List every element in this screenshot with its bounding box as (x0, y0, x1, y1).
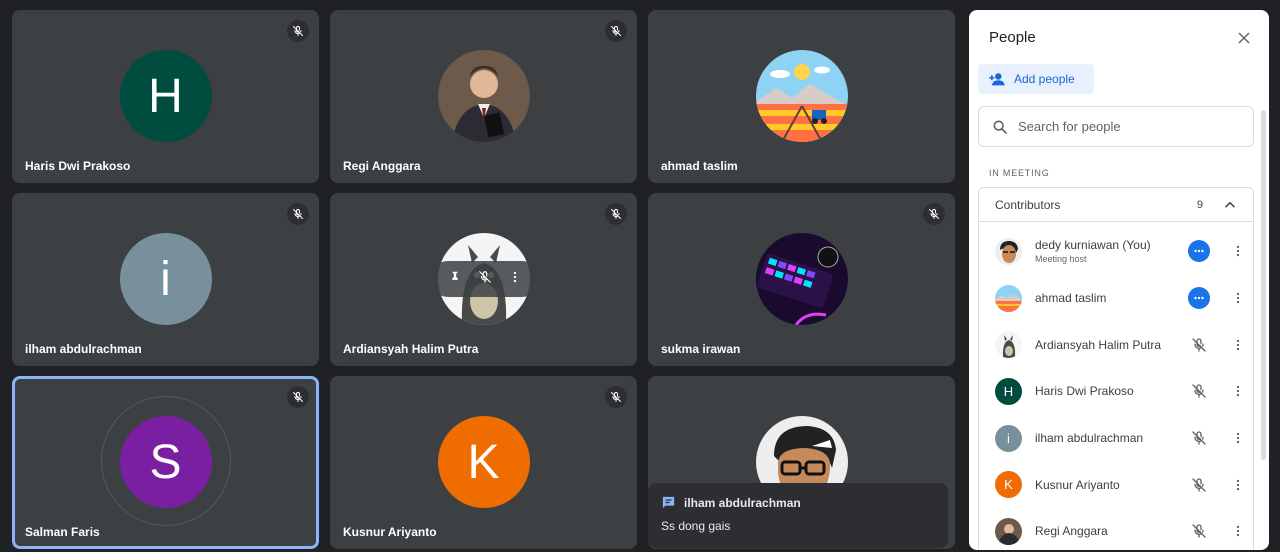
more-options-icon[interactable] (508, 270, 522, 289)
kebab-menu-icon[interactable] (1228, 334, 1248, 356)
avatar: S (119, 416, 212, 508)
chat-sender: ilham abdulrachman (684, 495, 801, 510)
group-count: 9 (1196, 198, 1203, 211)
participant-name: Regi Anggara (343, 159, 421, 173)
avatar-initial: H (1003, 383, 1014, 399)
mic-off-icon[interactable] (1188, 520, 1210, 542)
avatar-photo (437, 50, 530, 142)
list-item[interactable]: K Kusnur Ariyanto (979, 461, 1253, 508)
mic-off-icon[interactable] (1188, 474, 1210, 496)
list-item[interactable]: ahmad taslim (979, 275, 1253, 322)
avatar-photo (995, 284, 1022, 312)
participant-tile-speaking[interactable]: S Salman Faris (12, 376, 319, 549)
participant-tile[interactable]: H Haris Dwi Prakoso (12, 10, 319, 183)
more-options-icon[interactable] (1188, 240, 1210, 263)
person-name: Haris Dwi Prakoso (1035, 384, 1134, 399)
mic-off-icon[interactable] (1188, 427, 1210, 449)
participant-tile[interactable]: i ilham abdulrachman (12, 193, 319, 366)
avatar-initial: i (1007, 430, 1010, 446)
mic-off-icon (287, 203, 309, 225)
person-name: Ardiansyah Halim Putra (1035, 337, 1162, 352)
avatar: i (119, 233, 212, 325)
add-person-icon (989, 73, 1005, 86)
participant-name: ahmad taslim (661, 159, 738, 173)
chat-message: Ss dong gais (661, 519, 731, 533)
avatar-photo (995, 331, 1022, 359)
avatar-photo (995, 517, 1022, 545)
participant-name: Kusnur Ariyanto (343, 525, 437, 539)
participant-tile[interactable]: ahmad taslim (648, 10, 955, 183)
avatar: i (995, 424, 1022, 452)
kebab-menu-icon[interactable] (1228, 520, 1248, 542)
list-item[interactable]: i ilham abdulrachman (979, 415, 1253, 462)
person-name: Kusnur Ariyanto (1035, 477, 1120, 492)
participant-tile[interactable]: Regi Anggara (330, 10, 637, 183)
group-header[interactable]: Contributors 9 (979, 188, 1253, 222)
mic-off-icon[interactable] (1188, 380, 1210, 402)
mic-off-icon[interactable] (1188, 334, 1210, 356)
group-label: Contributors (995, 197, 1061, 212)
kebab-menu-icon[interactable] (1228, 240, 1248, 262)
mic-off-icon (605, 386, 627, 408)
section-label: IN MEETING (989, 168, 1050, 178)
add-people-label: Add people (1014, 72, 1075, 86)
mic-off-icon (605, 20, 627, 42)
list-item[interactable]: Regi Anggara (979, 508, 1253, 550)
participant-tile[interactable]: K Kusnur Ariyanto (330, 376, 637, 549)
participant-name: sukma irawan (661, 342, 741, 356)
person-name: dedy kurniawan (You) (1035, 238, 1151, 253)
avatar-initial: K (1004, 477, 1013, 493)
people-list: dedy kurniawan (You) Meeting host ahmad t… (979, 222, 1253, 550)
panel-scrollbar[interactable] (1261, 110, 1266, 460)
search-icon (993, 120, 1007, 134)
kebab-menu-icon[interactable] (1228, 380, 1248, 402)
search-input[interactable] (1018, 119, 1238, 134)
avatar-initial: S (149, 435, 182, 489)
close-icon[interactable] (1233, 27, 1255, 49)
participant-name: Haris Dwi Prakoso (25, 159, 131, 173)
contributors-group: Contributors 9 dedy kurniawan (You) Meeti… (978, 187, 1254, 550)
kebab-menu-icon[interactable] (1228, 474, 1248, 496)
list-item[interactable]: Ardiansyah Halim Putra (979, 321, 1253, 368)
avatar: H (995, 377, 1022, 405)
add-people-button[interactable]: Add people (978, 64, 1094, 94)
person-name: ahmad taslim (1035, 291, 1107, 306)
mic-off-icon[interactable] (478, 270, 492, 289)
avatar-initial: i (160, 252, 171, 306)
tile-hover-controls (430, 261, 540, 297)
avatar-photo (995, 237, 1022, 265)
chat-icon (662, 496, 675, 509)
mic-off-icon (287, 20, 309, 42)
avatar: H (119, 50, 212, 142)
people-panel: People Add people IN MEETING Contributor… (969, 10, 1269, 550)
kebab-menu-icon[interactable] (1228, 427, 1248, 449)
avatar-initial: H (148, 69, 183, 123)
avatar-photo (755, 50, 848, 142)
mic-off-icon (605, 203, 627, 225)
more-options-icon[interactable] (1188, 287, 1210, 310)
mic-off-icon (287, 386, 309, 408)
avatar-photo (755, 233, 848, 325)
panel-title: People (989, 29, 1036, 46)
participant-name: Salman Faris (25, 525, 100, 539)
search-box[interactable] (978, 106, 1254, 147)
participant-tile[interactable]: Ardiansyah Halim Putra (330, 193, 637, 366)
person-name: Regi Anggara (1035, 524, 1108, 539)
avatar: K (995, 471, 1022, 499)
list-item[interactable]: dedy kurniawan (You) Meeting host (979, 228, 1253, 275)
person-role: Meeting host (1035, 254, 1087, 265)
list-item[interactable]: H Haris Dwi Prakoso (979, 368, 1253, 415)
avatar-initial: K (467, 435, 500, 489)
pin-icon[interactable] (448, 270, 462, 289)
person-name: ilham abdulrachman (1035, 431, 1144, 446)
participant-tile[interactable]: sukma irawan (648, 193, 955, 366)
chat-notification[interactable]: ilham abdulrachman Ss dong gais (648, 483, 948, 548)
video-grid: H Haris Dwi Prakoso Regi Anggara ahmad t… (12, 10, 955, 550)
avatar: K (437, 416, 530, 508)
mic-off-icon (923, 203, 945, 225)
kebab-menu-icon[interactable] (1228, 287, 1248, 309)
participant-name: Ardiansyah Halim Putra (343, 342, 479, 356)
chevron-up-icon[interactable] (1223, 198, 1237, 212)
participant-name: ilham abdulrachman (25, 342, 142, 356)
